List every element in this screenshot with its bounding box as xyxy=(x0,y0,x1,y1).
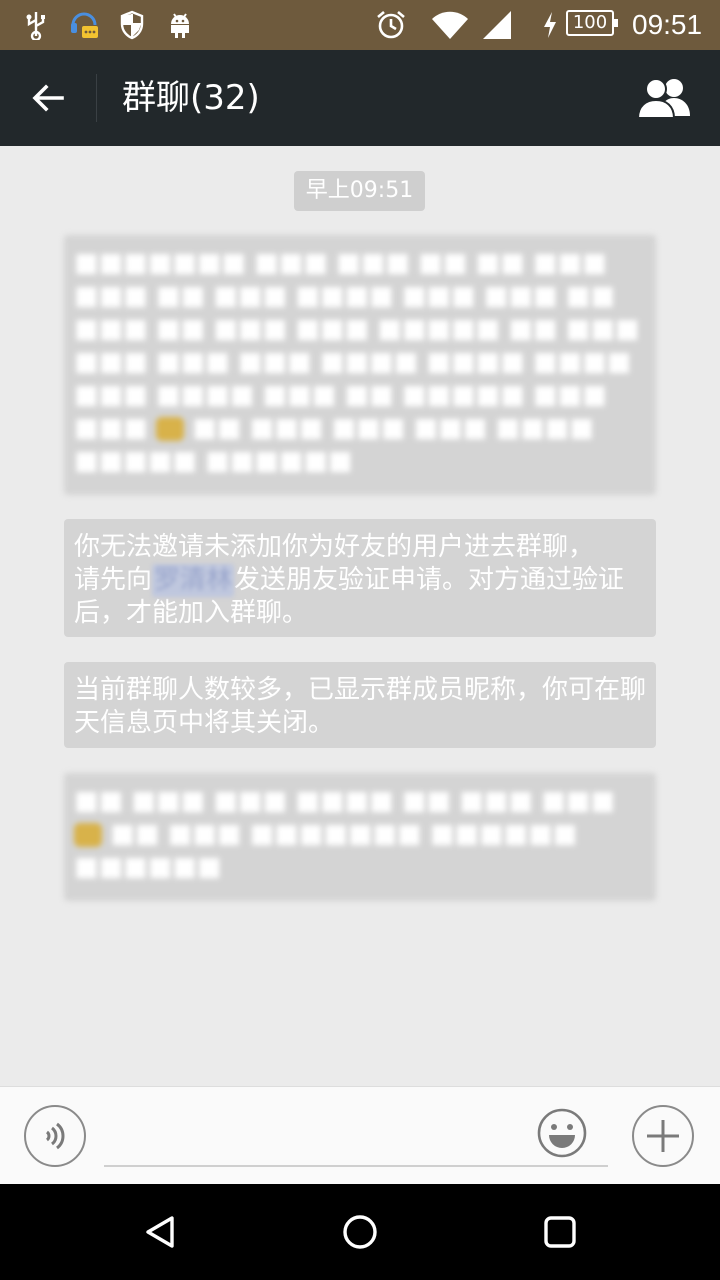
message-input-bar xyxy=(0,1086,720,1184)
status-bar: 100 09:51 xyxy=(0,0,720,50)
recents-square-icon xyxy=(544,1216,576,1248)
nav-recents-button[interactable] xyxy=(530,1202,590,1262)
home-circle-icon xyxy=(343,1215,377,1249)
system-nav-bar xyxy=(0,1184,720,1280)
back-button[interactable] xyxy=(20,70,76,126)
signal-icon xyxy=(480,8,514,42)
battery-level: 100 xyxy=(566,10,618,36)
group-members-button[interactable] xyxy=(628,72,700,124)
status-time: 09:51 xyxy=(632,9,703,40)
mentioned-user-name-link[interactable]: 罗清林 xyxy=(152,564,235,597)
chat-area[interactable]: 早上09:51 ■■■■■■■ ■■■ ■■■ ■■ ■■ ■■■ ■■■ ■■… xyxy=(0,146,720,1086)
page-title: 群聊(32) xyxy=(122,78,260,118)
smiley-icon xyxy=(537,1108,587,1158)
app-bar: 群聊(32) xyxy=(0,50,720,146)
emoji-button[interactable] xyxy=(534,1105,590,1161)
group-members-icon xyxy=(636,78,690,119)
nickname-notice-text: 当前群聊人数较多，已显示群成员昵称，你可在聊天信息页中将其关闭。 xyxy=(74,675,647,738)
app-bar-divider xyxy=(96,74,97,122)
nav-back-button[interactable] xyxy=(130,1202,190,1262)
alarm-icon xyxy=(374,8,408,42)
charging-icon xyxy=(540,8,560,42)
android-icon xyxy=(166,8,194,42)
add-more-button[interactable] xyxy=(632,1105,694,1167)
usb-icon xyxy=(22,8,50,42)
voice-button[interactable] xyxy=(24,1105,86,1167)
shield-icon xyxy=(118,8,146,42)
system-message-blurred: ■■■■■■■ ■■■ ■■■ ■■ ■■ ■■■ ■■■ ■■ ■■■ ■■■… xyxy=(64,235,656,495)
nav-home-button[interactable] xyxy=(330,1202,390,1262)
system-message-nickname-notice: 当前群聊人数较多，已显示群成员昵称，你可在聊天信息页中将其关闭。 xyxy=(64,662,656,748)
wifi-icon xyxy=(430,8,470,42)
system-message-blurred-2: ■■ ■■■ ■■■ ■■■■ ■■ ■■■ ■■■ ■■ ■■■ ■■■■■■… xyxy=(64,773,656,901)
message-input[interactable] xyxy=(104,1107,608,1167)
arrow-left-icon xyxy=(32,84,64,112)
system-message-invite-notice: 你无法邀请未添加你为好友的用户进去群聊， 请先向罗清林发送朋友验证申请。对方通过… xyxy=(64,519,656,637)
back-triangle-icon xyxy=(146,1216,174,1248)
voice-icon xyxy=(45,1122,65,1150)
message-timestamp: 早上09:51 xyxy=(294,171,425,211)
invite-notice-text-1: 你无法邀请未添加你为好友的用户进去群聊， xyxy=(74,532,595,562)
notification-app-icon xyxy=(66,8,102,42)
invite-notice-text-2: 请先向 xyxy=(74,565,153,595)
plus-icon xyxy=(647,1120,679,1152)
